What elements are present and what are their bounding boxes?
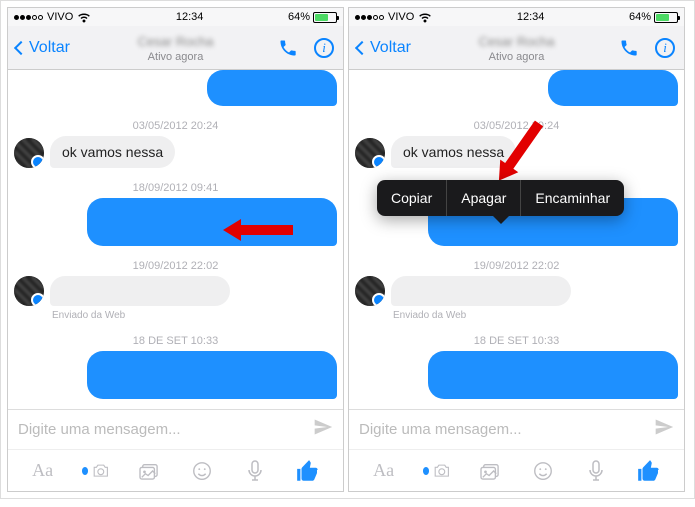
- like-button[interactable]: [635, 457, 663, 485]
- context-menu: Copiar Apagar Encaminhar: [377, 180, 624, 216]
- back-button[interactable]: Voltar: [16, 39, 70, 57]
- info-button[interactable]: i: [654, 37, 676, 59]
- outgoing-bubble[interactable]: [87, 198, 337, 246]
- outgoing-bubble[interactable]: [207, 70, 337, 106]
- emoji-button[interactable]: [529, 457, 557, 485]
- avatar[interactable]: [355, 138, 385, 168]
- avatar[interactable]: [14, 138, 44, 168]
- clock: 12:34: [176, 11, 204, 23]
- outgoing-bubble[interactable]: [87, 351, 337, 399]
- send-button[interactable]: [654, 417, 674, 442]
- info-icon: i: [655, 38, 675, 58]
- incoming-bubble[interactable]: [50, 276, 230, 306]
- voice-button[interactable]: [241, 457, 269, 485]
- gallery-button[interactable]: [476, 457, 504, 485]
- contact-name: Cesar Rocha: [138, 34, 214, 49]
- camera-button[interactable]: [82, 457, 110, 485]
- timestamp: 18 DE SET 10:33: [8, 335, 343, 347]
- status-bar: VIVO 12:34 64%: [349, 8, 684, 26]
- outgoing-bubble[interactable]: [548, 70, 678, 106]
- voice-button[interactable]: [582, 457, 610, 485]
- text-format-button[interactable]: Aa: [29, 457, 57, 485]
- phone-icon: [619, 38, 639, 58]
- incoming-bubble[interactable]: ok vamos nessa: [50, 136, 175, 168]
- timestamp: 03/05/2012 20:24: [349, 120, 684, 132]
- sent-via-web: Enviado da Web: [393, 310, 684, 321]
- call-button[interactable]: [618, 37, 640, 59]
- wifi-icon: [418, 12, 432, 23]
- chat-body: 03/05/2012 20:24 ok vamos nessa 18/09/20…: [349, 70, 684, 409]
- chat-body: 03/05/2012 20:24 ok vamos nessa 18/09/20…: [8, 70, 343, 409]
- chevron-left-icon: [355, 40, 369, 54]
- gallery-icon: [138, 462, 160, 480]
- message-input[interactable]: Digite uma mensagem...: [359, 421, 654, 438]
- timestamp: 18 DE SET 10:33: [349, 335, 684, 347]
- microphone-icon: [247, 460, 263, 482]
- message-input[interactable]: Digite uma mensagem...: [18, 421, 313, 438]
- timestamp: 18/09/2012 09:41: [8, 182, 343, 194]
- battery-icon: [313, 12, 337, 23]
- gallery-button[interactable]: [135, 457, 163, 485]
- bottom-toolbar: Aa: [8, 449, 343, 491]
- info-icon: i: [314, 38, 334, 58]
- screenshot-pair: VIVO 12:34 64% Voltar Cesar Rocha Ativo …: [0, 0, 695, 499]
- nav-header: Voltar Cesar Rocha Ativo agora i: [8, 26, 343, 70]
- phone-right: VIVO 12:34 64% Voltar Cesar Rocha Ativo …: [348, 7, 685, 492]
- signal-dots-icon: [355, 15, 384, 20]
- back-label: Voltar: [29, 39, 70, 57]
- signal-dots-icon: [14, 15, 43, 20]
- microphone-icon: [588, 460, 604, 482]
- send-button[interactable]: [313, 417, 333, 442]
- timestamp: 19/09/2012 22:02: [349, 260, 684, 272]
- thumbs-up-icon: [295, 458, 321, 484]
- outgoing-bubble[interactable]: [428, 351, 678, 399]
- smiley-icon: [191, 460, 213, 482]
- avatar[interactable]: [355, 276, 385, 306]
- wifi-icon: [77, 12, 91, 23]
- camera-dot-icon: [423, 467, 429, 475]
- paper-plane-icon: [313, 417, 333, 437]
- emoji-button[interactable]: [188, 457, 216, 485]
- battery-percent: 64%: [288, 11, 310, 23]
- like-button[interactable]: [294, 457, 322, 485]
- status-bar: VIVO 12:34 64%: [8, 8, 343, 26]
- menu-copy[interactable]: Copiar: [377, 180, 447, 216]
- timestamp: 03/05/2012 20:24: [8, 120, 343, 132]
- phone-left: VIVO 12:34 64% Voltar Cesar Rocha Ativo …: [7, 7, 344, 492]
- back-label: Voltar: [370, 39, 411, 57]
- chevron-left-icon: [14, 40, 28, 54]
- info-button[interactable]: i: [313, 37, 335, 59]
- incoming-bubble[interactable]: ok vamos nessa: [391, 136, 516, 168]
- avatar[interactable]: [14, 276, 44, 306]
- carrier-label: VIVO: [388, 11, 414, 23]
- bottom-toolbar: Aa: [349, 449, 684, 491]
- battery-icon: [654, 12, 678, 23]
- nav-header: Voltar Cesar Rocha Ativo agora i: [349, 26, 684, 70]
- camera-icon: [92, 462, 110, 480]
- call-button[interactable]: [277, 37, 299, 59]
- clock: 12:34: [517, 11, 545, 23]
- camera-icon: [433, 462, 451, 480]
- menu-forward[interactable]: Encaminhar: [521, 180, 624, 216]
- carrier-label: VIVO: [47, 11, 73, 23]
- contact-name: Cesar Rocha: [479, 34, 555, 49]
- text-format-button[interactable]: Aa: [370, 457, 398, 485]
- timestamp: 19/09/2012 22:02: [8, 260, 343, 272]
- incoming-bubble[interactable]: [391, 276, 571, 306]
- message-input-bar: Digite uma mensagem...: [8, 409, 343, 449]
- thumbs-up-icon: [636, 458, 662, 484]
- sent-via-web: Enviado da Web: [52, 310, 343, 321]
- paper-plane-icon: [654, 417, 674, 437]
- camera-dot-icon: [82, 467, 88, 475]
- phone-icon: [278, 38, 298, 58]
- camera-button[interactable]: [423, 457, 451, 485]
- menu-delete[interactable]: Apagar: [447, 180, 521, 216]
- battery-percent: 64%: [629, 11, 651, 23]
- back-button[interactable]: Voltar: [357, 39, 411, 57]
- message-input-bar: Digite uma mensagem...: [349, 409, 684, 449]
- smiley-icon: [532, 460, 554, 482]
- gallery-icon: [479, 462, 501, 480]
